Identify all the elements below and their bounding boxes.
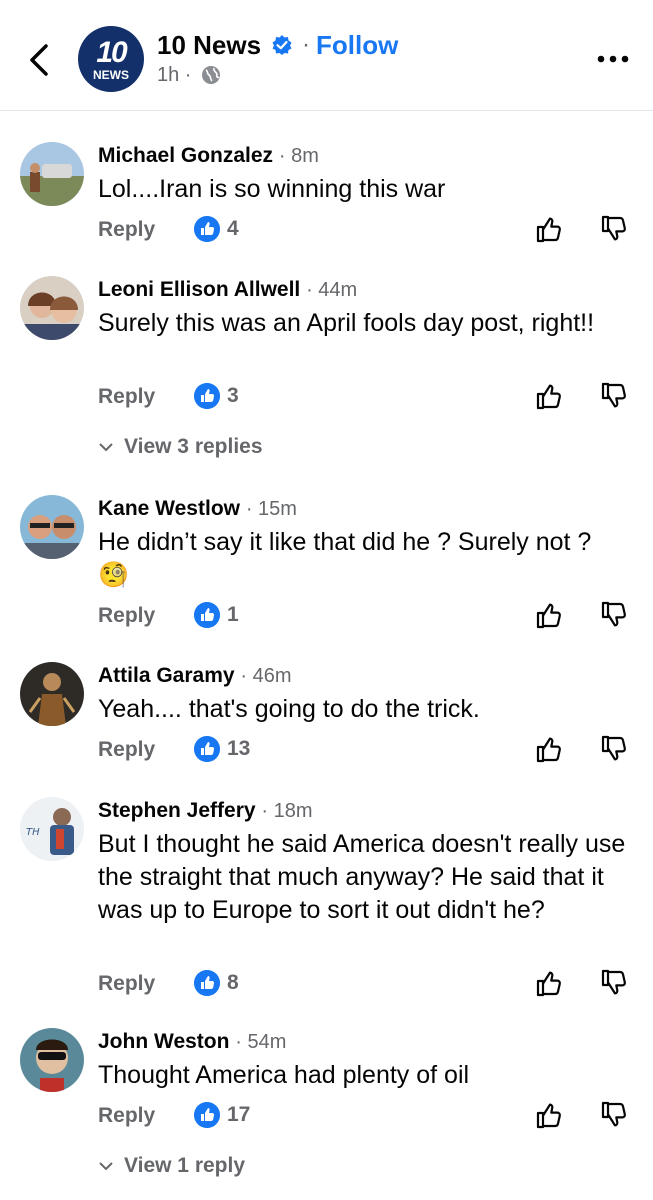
chevron-down-icon — [99, 443, 113, 452]
comment-time: · 46m — [240, 665, 292, 687]
comment-meta: Attila Garamy · 46m — [98, 664, 292, 688]
follow-button[interactable]: Follow — [316, 30, 398, 61]
reply-button[interactable]: Reply — [98, 218, 155, 242]
like-badge-icon — [194, 383, 220, 409]
view-replies-label: View 1 reply — [124, 1154, 246, 1177]
separator-dot: · — [302, 31, 310, 58]
view-replies-label: View 3 replies — [124, 435, 263, 458]
thumbs-up-icon[interactable] — [534, 1100, 564, 1130]
comment-text: But I thought he said America doesn't re… — [98, 830, 626, 924]
globe-icon — [202, 66, 220, 84]
thumbs-up-icon[interactable] — [534, 214, 564, 244]
svg-text:TH: TH — [26, 827, 40, 838]
thumbs-down-icon[interactable] — [598, 600, 628, 630]
comment-text: Thought America had plenty of oil — [98, 1061, 470, 1089]
avatar[interactable] — [20, 276, 84, 340]
comment-time: · 15m — [245, 498, 297, 520]
thumbs-up-icon[interactable] — [534, 600, 564, 630]
like-count: 3 — [227, 384, 239, 407]
chevron-down-icon — [99, 1162, 113, 1171]
comment-text: Lol....Iran is so winning this war — [98, 175, 446, 203]
logo-news: NEWS — [93, 68, 129, 82]
avatar[interactable] — [20, 495, 84, 559]
view-replies-link[interactable]: View 1 reply — [98, 1154, 245, 1178]
reply-button[interactable]: Reply — [98, 385, 155, 409]
like-badge-icon — [194, 216, 220, 242]
comment-text: He didn’t say it like that did he ? Sure… — [98, 526, 598, 592]
comment-author[interactable]: Stephen Jeffery — [98, 799, 256, 822]
avatar[interactable] — [20, 1028, 84, 1092]
comment-time: · 18m — [261, 800, 313, 822]
thumbs-up-icon[interactable] — [534, 968, 564, 998]
like-count: 1 — [227, 603, 239, 626]
monocle-face-emoji: 🧐 — [98, 561, 130, 589]
comment-author[interactable]: Kane Westlow — [98, 497, 240, 520]
more-options-icon[interactable] — [596, 52, 630, 66]
avatar[interactable] — [20, 142, 84, 206]
post-time: 1h · — [157, 64, 192, 86]
comment-text-body: He didn’t say it like that did he ? Sure… — [98, 528, 592, 556]
comment-author[interactable]: Michael Gonzalez — [98, 144, 273, 167]
page-avatar[interactable]: 10 NEWS — [78, 26, 144, 92]
avatar[interactable] — [20, 662, 84, 726]
reply-button[interactable]: Reply — [98, 1104, 155, 1128]
view-replies-link[interactable]: View 3 replies — [98, 435, 263, 459]
logo-ten: 10 — [96, 36, 127, 69]
thumbs-down-icon[interactable] — [598, 1100, 628, 1130]
like-badge-icon — [194, 736, 220, 762]
like-count: 17 — [227, 1103, 251, 1126]
post-header: 10 NEWS 10 News · Follow 1h · — [0, 0, 653, 111]
like-badge-icon — [194, 970, 220, 996]
thumbs-down-icon[interactable] — [598, 381, 628, 411]
comment-author[interactable]: Attila Garamy — [98, 664, 235, 687]
like-count: 13 — [227, 737, 251, 760]
reply-button[interactable]: Reply — [98, 604, 155, 628]
comment-meta: Michael Gonzalez · 8m — [98, 144, 319, 168]
like-count: 4 — [227, 217, 239, 240]
comment-time: · 44m — [306, 279, 358, 301]
reply-button[interactable]: Reply — [98, 972, 155, 996]
thumbs-down-icon[interactable] — [598, 968, 628, 998]
thumbs-down-icon[interactable] — [598, 214, 628, 244]
thumbs-down-icon[interactable] — [598, 734, 628, 764]
comment-time: · 54m — [235, 1031, 287, 1053]
verified-badge-icon — [272, 35, 292, 55]
like-badge-icon — [194, 1102, 220, 1128]
comment-text: Surely this was an April fools day post,… — [98, 309, 595, 337]
comment-author[interactable]: Leoni Ellison Allwell — [98, 278, 300, 301]
back-chevron-icon[interactable] — [22, 40, 56, 80]
page-name[interactable]: 10 News — [157, 30, 261, 61]
comment-meta: John Weston · 54m — [98, 1030, 286, 1054]
comment-meta: Stephen Jeffery · 18m — [98, 799, 313, 823]
comment-meta: Kane Westlow · 15m — [98, 497, 297, 521]
comment-author[interactable]: John Weston — [98, 1030, 229, 1053]
comment-time: · 8m — [278, 145, 319, 167]
reply-button[interactable]: Reply — [98, 738, 155, 762]
avatar[interactable]: TH — [20, 797, 84, 861]
like-count: 8 — [227, 971, 239, 994]
comment-meta: Leoni Ellison Allwell · 44m — [98, 278, 357, 302]
thumbs-up-icon[interactable] — [534, 734, 564, 764]
like-badge-icon — [194, 602, 220, 628]
comment-text: Yeah.... that's going to do the trick. — [98, 695, 480, 723]
thumbs-up-icon[interactable] — [534, 381, 564, 411]
